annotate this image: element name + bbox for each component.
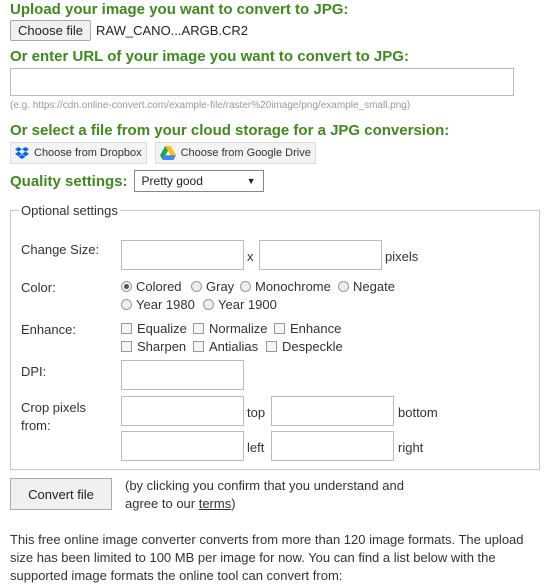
cloud-buttons: Choose from Dropbox Choose from Google D…: [10, 142, 316, 164]
enhance-option-normalize[interactable]: Normalize: [193, 321, 268, 336]
checkbox-icon: [193, 323, 204, 334]
enhance-label: Enhance:: [21, 322, 76, 337]
cloud-heading: Or select a file from your cloud storage…: [10, 122, 450, 139]
color-option-year-1900[interactable]: Year 1900: [203, 297, 277, 312]
crop-label-line1: Crop pixels: [21, 400, 87, 415]
enhance-option-sharpen[interactable]: Sharpen: [121, 339, 186, 354]
dropbox-icon: [15, 147, 29, 159]
crop-bottom-input[interactable]: [271, 396, 394, 426]
optional-settings-legend: Optional settings: [21, 203, 118, 218]
quality-row: Quality settings: Pretty good ▼: [10, 170, 264, 192]
convert-file-button[interactable]: Convert file: [10, 478, 112, 510]
enhance-option-antialias[interactable]: Antialias: [193, 339, 258, 354]
radio-icon: [240, 281, 251, 292]
color-label: Color:: [21, 280, 56, 295]
crop-left-label: left: [247, 440, 265, 455]
file-picker: Choose file RAW_CANO...ARGB.CR2: [10, 20, 248, 41]
size-separator: x: [247, 249, 254, 264]
checkbox-icon: [266, 341, 277, 352]
dropbox-label: Choose from Dropbox: [34, 147, 142, 159]
checkbox-icon: [193, 341, 204, 352]
color-option-colored[interactable]: Colored: [121, 279, 182, 294]
size-unit: pixels: [385, 249, 419, 264]
color-option-negate[interactable]: Negate: [338, 279, 395, 294]
crop-top-label: top: [247, 405, 266, 420]
crop-bottom-label: bottom: [398, 405, 438, 420]
radio-icon: [121, 281, 132, 292]
crop-label-line2: from:: [21, 418, 51, 433]
radio-icon: [191, 281, 202, 292]
height-input[interactable]: [259, 240, 382, 270]
crop-left-input[interactable]: [121, 431, 244, 461]
change-size-label: Change Size:: [21, 242, 100, 257]
width-input[interactable]: [121, 240, 244, 270]
enhance-option-enhance[interactable]: Enhance: [274, 321, 341, 336]
enhance-option-despeckle[interactable]: Despeckle: [266, 339, 343, 354]
dropdown-arrow-icon: ▼: [246, 176, 256, 186]
url-input[interactable]: [10, 68, 514, 96]
checkbox-icon: [121, 341, 132, 352]
google-drive-label: Choose from Google Drive: [180, 147, 311, 159]
color-option-gray[interactable]: Gray: [191, 279, 234, 294]
upload-heading: Upload your image you want to convert to…: [10, 1, 349, 18]
dropbox-button[interactable]: Choose from Dropbox: [10, 142, 147, 164]
crop-right-label: right: [398, 440, 424, 455]
radio-icon: [203, 299, 214, 310]
terms-confirmation: (by clicking you confirm that you unders…: [125, 477, 445, 513]
info-text: This free online image converter convert…: [10, 532, 524, 583]
confirm-line-2: agree to our terms): [125, 496, 236, 511]
google-drive-button[interactable]: Choose from Google Drive: [154, 142, 316, 164]
optional-settings: Optional settings Change Size: x pixels …: [10, 203, 540, 470]
quality-select[interactable]: Pretty good ▼: [133, 170, 264, 192]
radio-icon: [121, 299, 132, 310]
quality-selected-value: Pretty good: [141, 174, 203, 188]
enhance-option-equalize[interactable]: Equalize: [121, 321, 187, 336]
quality-label: Quality settings:: [10, 172, 128, 190]
google-drive-icon: [159, 146, 176, 160]
dpi-label: DPI:: [21, 364, 47, 379]
confirm-line-1: (by clicking you confirm that you unders…: [125, 478, 404, 493]
choose-file-button[interactable]: Choose file: [10, 20, 92, 41]
crop-top-input[interactable]: [121, 396, 244, 426]
url-heading: Or enter URL of your image you want to c…: [10, 48, 409, 65]
checkbox-icon: [121, 323, 132, 334]
radio-icon: [338, 281, 349, 292]
color-option-year-1980[interactable]: Year 1980: [121, 297, 195, 312]
color-option-monochrome[interactable]: Monochrome: [240, 279, 331, 294]
selected-file-name: RAW_CANO...ARGB.CR2: [96, 23, 248, 38]
dpi-input[interactable]: [121, 360, 244, 390]
checkbox-icon: [274, 323, 285, 334]
crop-right-input[interactable]: [271, 431, 394, 461]
url-hint: (e.g. https://cdn.online-convert.com/exa…: [10, 100, 411, 111]
terms-link[interactable]: terms: [199, 496, 232, 511]
